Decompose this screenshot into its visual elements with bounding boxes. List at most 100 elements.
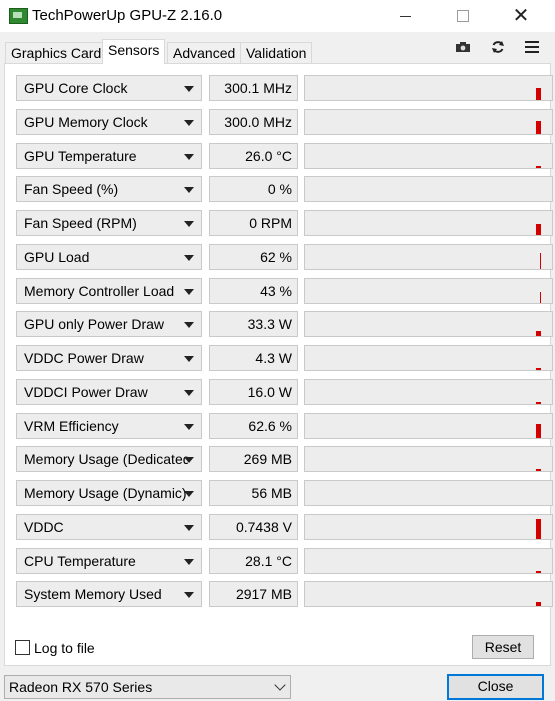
sensor-value: 62.6 %: [209, 413, 298, 439]
sensor-select[interactable]: GPU Core Clock: [16, 75, 202, 101]
maximize-icon: [457, 10, 469, 22]
sensor-select[interactable]: Memory Controller Load: [16, 278, 202, 304]
sensor-value: 33.3 W: [209, 311, 298, 337]
dropdown-arrow-icon: [184, 187, 194, 193]
dropdown-arrow-icon: [184, 154, 194, 160]
sensor-select[interactable]: System Memory Used: [16, 581, 202, 607]
sensor-value: 300.0 MHz: [209, 109, 298, 135]
tab-validation[interactable]: Validation: [240, 42, 313, 63]
graph-bar: [536, 571, 541, 573]
dropdown-arrow-icon: [184, 356, 194, 362]
sensor-graph: [304, 345, 553, 371]
log-to-file-checkbox[interactable]: [15, 640, 30, 655]
sensor-name: GPU Load: [24, 249, 90, 265]
graph-bar: [540, 292, 541, 303]
dropdown-arrow-icon: [184, 86, 194, 92]
sensor-graph: [304, 143, 553, 169]
sensor-value: 0.7438 V: [209, 514, 298, 540]
dropdown-arrow-icon: [184, 424, 194, 430]
reset-button[interactable]: Reset: [472, 635, 534, 659]
sensor-select[interactable]: Memory Usage (Dynamic): [16, 480, 202, 506]
dropdown-arrow-icon: [184, 120, 194, 126]
sensor-value: 28.1 °C: [209, 548, 298, 574]
sensor-graph: [304, 176, 553, 202]
graph-bar: [536, 469, 541, 471]
sensor-select[interactable]: Fan Speed (RPM): [16, 210, 202, 236]
camera-icon[interactable]: [454, 38, 472, 56]
sensor-value: 56 MB: [209, 480, 298, 506]
sensor-graph: [304, 480, 553, 506]
tab-sensors[interactable]: Sensors: [102, 39, 166, 64]
sensor-name: VDDC Power Draw: [24, 350, 144, 366]
sensor-name: System Memory Used: [24, 586, 162, 602]
log-to-file-label[interactable]: Log to file: [34, 640, 95, 656]
sensor-graph: [304, 548, 553, 574]
tab-graphics-card[interactable]: Graphics Card: [5, 42, 108, 63]
sensor-value: 300.1 MHz: [209, 75, 298, 101]
sensor-graph: [304, 379, 553, 405]
sensor-select[interactable]: VDDC: [16, 514, 202, 540]
sensor-select[interactable]: VDDCI Power Draw: [16, 379, 202, 405]
sensor-select[interactable]: GPU Temperature: [16, 143, 202, 169]
dropdown-arrow-icon: [184, 390, 194, 396]
sensor-select[interactable]: Fan Speed (%): [16, 176, 202, 202]
graph-bar: [536, 368, 541, 370]
chevron-down-icon: [274, 679, 286, 691]
graph-bar: [536, 224, 541, 235]
graph-bar: [536, 88, 541, 100]
close-button[interactable]: Close: [447, 674, 544, 700]
close-window-button[interactable]: ✕: [498, 0, 544, 32]
minimize-button[interactable]: [382, 0, 428, 32]
sensor-name: Memory Usage (Dynamic): [24, 485, 187, 501]
sensor-name: GPU only Power Draw: [24, 316, 165, 332]
dropdown-arrow-icon: [184, 457, 194, 463]
sensor-name: VDDC: [24, 519, 64, 535]
sensor-graph: [304, 413, 553, 439]
dropdown-arrow-icon: [184, 592, 194, 598]
minimize-icon: [399, 15, 411, 17]
graph-bar: [536, 121, 541, 134]
title-bar: TechPowerUp GPU-Z 2.16.0 ✕: [0, 0, 555, 32]
dropdown-arrow-icon: [184, 255, 194, 261]
sensor-graph: [304, 581, 553, 607]
sensor-select[interactable]: VDDC Power Draw: [16, 345, 202, 371]
maximize-button[interactable]: [440, 0, 486, 32]
refresh-icon[interactable]: [489, 38, 507, 56]
sensor-value: 26.0 °C: [209, 143, 298, 169]
sensor-value: 43 %: [209, 278, 298, 304]
graph-bar: [536, 602, 541, 606]
dropdown-arrow-icon: [184, 491, 194, 497]
sensor-graph: [304, 311, 553, 337]
dropdown-arrow-icon: [184, 289, 194, 295]
gpu-select[interactable]: Radeon RX 570 Series: [4, 675, 291, 699]
sensor-select[interactable]: GPU Memory Clock: [16, 109, 202, 135]
sensor-graph: [304, 278, 553, 304]
sensor-select[interactable]: CPU Temperature: [16, 548, 202, 574]
sensor-value: 16.0 W: [209, 379, 298, 405]
sensor-value: 0 RPM: [209, 210, 298, 236]
sensor-value: 2917 MB: [209, 581, 298, 607]
sensor-name: GPU Core Clock: [24, 80, 128, 96]
sensor-name: VDDCI Power Draw: [24, 384, 148, 400]
sensor-select[interactable]: Memory Usage (Dedicated): [16, 446, 202, 472]
sensor-name: Fan Speed (%): [24, 181, 119, 197]
close-icon: ✕: [512, 5, 530, 27]
dropdown-arrow-icon: [184, 525, 194, 531]
dropdown-arrow-icon: [184, 221, 194, 227]
sensor-name: GPU Memory Clock: [24, 114, 148, 130]
gpu-z-app-icon: [9, 8, 28, 24]
tab-advanced[interactable]: Advanced: [167, 42, 242, 63]
graph-bar: [536, 519, 541, 539]
graph-bar: [536, 166, 541, 168]
sensor-select[interactable]: GPU only Power Draw: [16, 311, 202, 337]
sensor-graph: [304, 244, 553, 270]
menu-icon[interactable]: [523, 38, 541, 56]
sensor-name: VRM Efficiency: [24, 418, 119, 434]
sensor-graph: [304, 75, 553, 101]
sensor-graph: [304, 210, 553, 236]
graph-bar: [540, 253, 541, 269]
sensor-name: Memory Usage (Dedicated): [24, 451, 188, 467]
sensor-select[interactable]: GPU Load: [16, 244, 202, 270]
sensor-select[interactable]: VRM Efficiency: [16, 413, 202, 439]
sensor-graph: [304, 446, 553, 472]
